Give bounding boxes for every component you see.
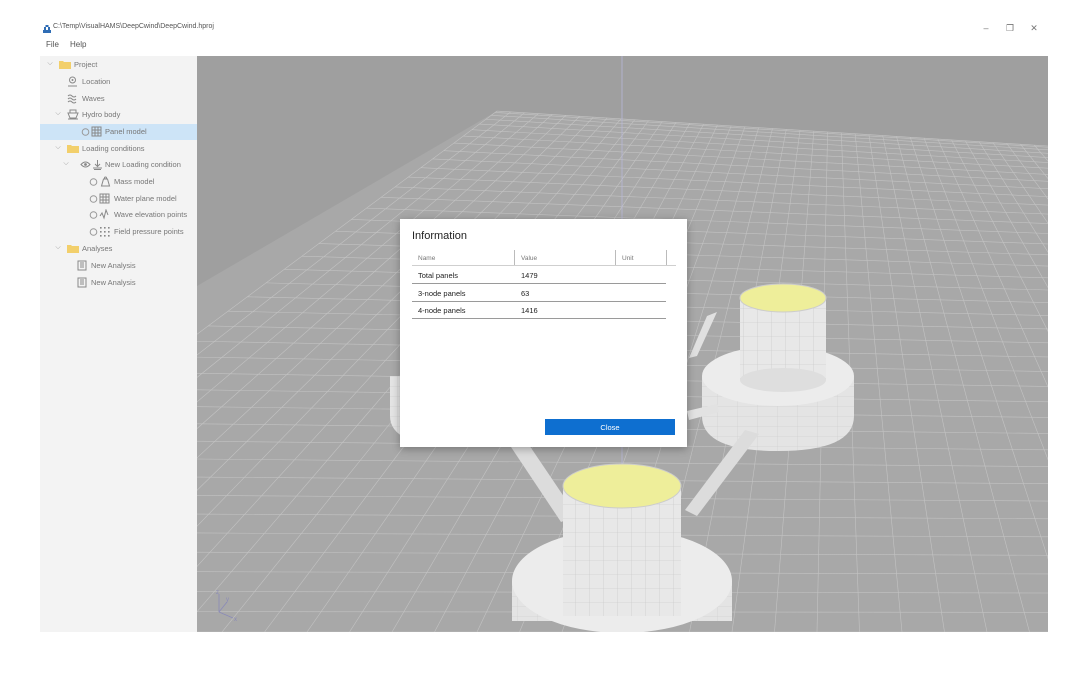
tree-label: Loading conditions bbox=[82, 144, 145, 153]
close-button[interactable]: Close bbox=[545, 419, 675, 435]
axis-x-label: x bbox=[234, 617, 237, 623]
radio-icon[interactable] bbox=[89, 176, 98, 187]
loading-condition-icon bbox=[93, 160, 102, 170]
tree-item-analysis[interactable]: New Analysis bbox=[40, 275, 197, 291]
chevron-down-icon[interactable]: ⌵ bbox=[54, 110, 62, 118]
tree-item-water-plane-model[interactable]: Water plane model bbox=[40, 191, 197, 207]
table-row[interactable]: 3-node panels 63 bbox=[412, 284, 666, 302]
restore-button[interactable]: ❐ bbox=[1002, 20, 1018, 36]
tree-label: Panel model bbox=[105, 127, 147, 136]
project-tree: ⌵ Project Location Waves ⌵ Hydro body Pa… bbox=[40, 56, 197, 632]
tree-item-project[interactable]: ⌵ Project bbox=[40, 57, 197, 73]
wave-elevation-icon bbox=[99, 209, 109, 220]
window-title: C:\Temp\VisualHAMS\DeepCwind\DeepCwind.h… bbox=[53, 23, 214, 30]
minimize-button[interactable]: – bbox=[978, 20, 994, 36]
dialog-title: Information bbox=[412, 230, 468, 242]
folder-icon bbox=[59, 61, 71, 69]
chevron-down-icon[interactable]: ⌵ bbox=[54, 144, 62, 152]
radio-icon[interactable] bbox=[89, 193, 98, 204]
tree-label: New Analysis bbox=[91, 278, 136, 287]
menu-file[interactable]: File bbox=[46, 40, 59, 49]
analysis-icon bbox=[77, 260, 87, 271]
cell-name: 4-node panels bbox=[418, 306, 466, 315]
column-header-name[interactable]: Name bbox=[418, 255, 435, 262]
tree-item-analysis[interactable]: New Analysis bbox=[40, 258, 197, 274]
tree-item-panel-model[interactable]: Panel model bbox=[40, 124, 197, 140]
folder-icon bbox=[67, 145, 79, 153]
ship-icon bbox=[67, 109, 79, 120]
tree-item-mass-model[interactable]: Mass model bbox=[40, 174, 197, 190]
tree-item-wave-elevation-points[interactable]: Wave elevation points bbox=[40, 207, 197, 223]
column-separator[interactable] bbox=[666, 250, 667, 265]
tree-label: Waves bbox=[82, 94, 105, 103]
grid-header: Name Value Unit bbox=[412, 250, 676, 266]
axis-z-label: z bbox=[216, 590, 219, 596]
tree-label: Mass model bbox=[114, 177, 155, 186]
table-row[interactable]: Total panels 1479 bbox=[412, 266, 666, 284]
tree-label: Water plane model bbox=[114, 194, 177, 203]
tree-item-waves[interactable]: Waves bbox=[40, 91, 197, 107]
menu-help[interactable]: Help bbox=[70, 40, 86, 49]
weight-icon bbox=[100, 176, 111, 187]
tree-label: Hydro body bbox=[82, 110, 121, 119]
tree-label: Location bbox=[82, 77, 111, 86]
cell-name: 3-node panels bbox=[418, 289, 466, 298]
chevron-down-icon[interactable]: ⌵ bbox=[46, 60, 54, 68]
cell-value: 63 bbox=[521, 289, 530, 298]
tree-item-hydro-body[interactable]: ⌵ Hydro body bbox=[40, 107, 197, 123]
title-bar: C:\Temp\VisualHAMS\DeepCwind\DeepCwind.h… bbox=[40, 20, 1048, 38]
cell-value: 1416 bbox=[521, 306, 538, 315]
information-dialog: Information Name Value Unit Total panels… bbox=[400, 219, 687, 447]
column-separator[interactable] bbox=[615, 250, 616, 265]
column-header-value[interactable]: Value bbox=[521, 255, 537, 262]
cell-value: 1479 bbox=[521, 271, 538, 280]
table-row[interactable]: 4-node panels 1416 bbox=[412, 301, 666, 319]
folder-icon bbox=[67, 245, 79, 253]
tree-label: New Analysis bbox=[91, 261, 136, 270]
location-pin-icon bbox=[68, 76, 77, 87]
analysis-icon bbox=[77, 277, 87, 288]
grid-icon bbox=[99, 193, 110, 204]
tree-item-field-pressure-points[interactable]: Field pressure points bbox=[40, 224, 197, 240]
tree-label: Field pressure points bbox=[114, 227, 184, 236]
waves-icon bbox=[67, 94, 77, 104]
tree-item-loading-conditions[interactable]: ⌵ Loading conditions bbox=[40, 141, 197, 157]
column-header-unit[interactable]: Unit bbox=[622, 255, 634, 262]
tree-item-analyses[interactable]: ⌵ Analyses bbox=[40, 241, 197, 257]
eye-icon[interactable] bbox=[80, 159, 91, 170]
column-separator[interactable] bbox=[514, 250, 515, 265]
tree-item-location[interactable]: Location bbox=[40, 74, 197, 90]
radio-icon[interactable] bbox=[81, 126, 90, 137]
cell-name: Total panels bbox=[418, 271, 459, 280]
dots-grid-icon bbox=[100, 227, 110, 237]
tree-label: Wave elevation points bbox=[114, 210, 188, 219]
tree-item-new-loading-condition[interactable]: ⌵ New Loading condition bbox=[40, 157, 197, 173]
panel-grid-icon bbox=[91, 126, 102, 137]
close-window-button[interactable]: ✕ bbox=[1026, 20, 1042, 36]
tree-label: Analyses bbox=[82, 244, 113, 253]
tree-label: Project bbox=[74, 60, 98, 69]
chevron-down-icon[interactable]: ⌵ bbox=[54, 244, 62, 252]
radio-icon[interactable] bbox=[89, 209, 98, 220]
hams-app-icon bbox=[43, 25, 51, 33]
tree-label: New Loading condition bbox=[105, 160, 181, 169]
chevron-down-icon[interactable]: ⌵ bbox=[62, 160, 70, 168]
radio-icon[interactable] bbox=[89, 226, 98, 237]
axis-y-label: y bbox=[226, 597, 229, 603]
